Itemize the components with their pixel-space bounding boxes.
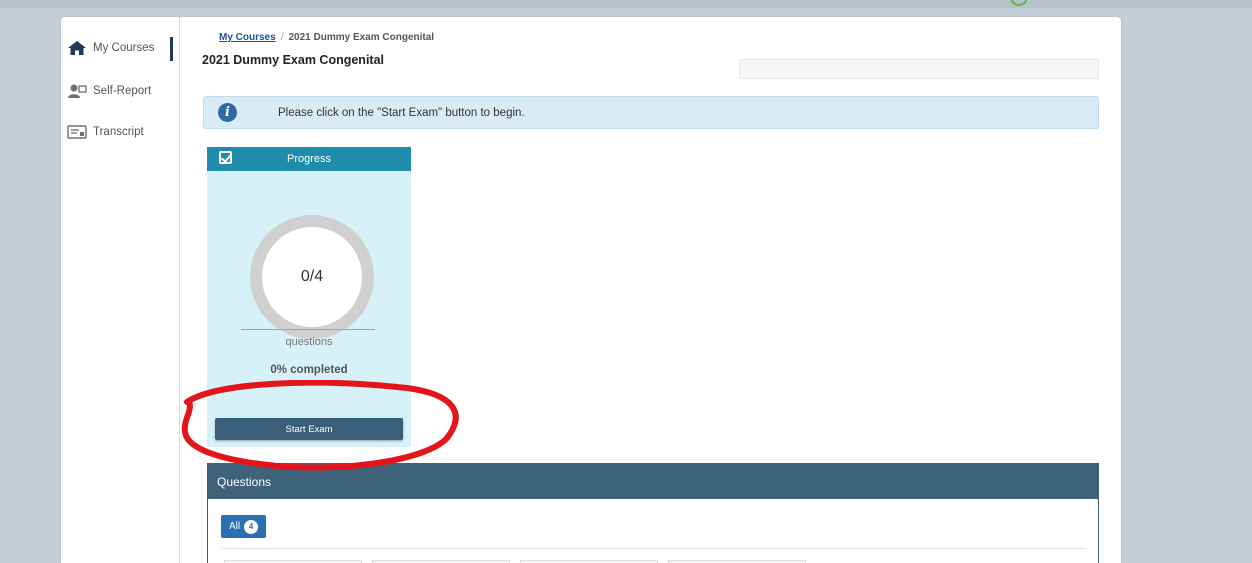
breadcrumb-current: 2021 Dummy Exam Congenital xyxy=(288,32,435,43)
progress-title: Progress xyxy=(286,153,332,165)
progress-count: 0/4 xyxy=(262,227,362,327)
sidebar-item-label: My Courses xyxy=(93,42,155,54)
info-icon: i xyxy=(218,103,237,122)
progress-header: Progress xyxy=(207,147,411,171)
progress-card: Progress 0/4 questions 0% completed Star… xyxy=(207,147,411,447)
sidebar-item-label: Transcript xyxy=(93,126,144,138)
checkbox-icon xyxy=(219,151,232,164)
breadcrumb-my-courses-link[interactable]: My Courses xyxy=(219,32,276,43)
page-title: 2021 Dummy Exam Congenital xyxy=(202,53,385,67)
sidebar: My Courses Self-Report Transcript xyxy=(61,17,180,563)
progress-unit-label: questions xyxy=(285,336,333,348)
sidebar-item-transcript[interactable]: Transcript xyxy=(67,124,144,140)
alert-text: Please click on the "Start Exam" button … xyxy=(278,106,525,119)
progress-ring: 0/4 xyxy=(250,215,374,339)
sidebar-item-my-courses[interactable]: My Courses xyxy=(67,40,154,56)
filter-all-label: All xyxy=(229,521,241,532)
question-count-badge: 4 xyxy=(244,519,259,534)
info-alert: i Please click on the "Start Exam" butto… xyxy=(203,96,1099,129)
top-strip xyxy=(0,0,1252,8)
main-content: My Courses / 2021 Dummy Exam Congenital 20… xyxy=(201,17,1101,563)
user-report-icon xyxy=(67,83,87,99)
questions-panel: Questions All 4 xyxy=(207,463,1099,563)
header-placeholder-box xyxy=(739,59,1099,79)
start-exam-button[interactable]: Start Exam xyxy=(215,418,403,440)
transcript-icon xyxy=(67,124,87,140)
active-indicator xyxy=(170,37,173,61)
questions-header: Questions xyxy=(208,464,1098,499)
home-icon xyxy=(67,40,87,56)
sidebar-item-label: Self-Report xyxy=(93,85,152,97)
questions-divider xyxy=(221,548,1086,549)
sidebar-item-self-report[interactable]: Self-Report xyxy=(67,83,151,99)
breadcrumb: My Courses / 2021 Dummy Exam Congenital xyxy=(219,32,434,43)
filter-all-button[interactable]: All 4 xyxy=(221,515,267,538)
breadcrumb-separator: / xyxy=(280,32,284,43)
progress-divider xyxy=(241,329,375,330)
progress-completed-label: 0% completed xyxy=(270,364,348,376)
main-card: My Courses Self-Report Transcript My Cou… xyxy=(61,17,1121,563)
